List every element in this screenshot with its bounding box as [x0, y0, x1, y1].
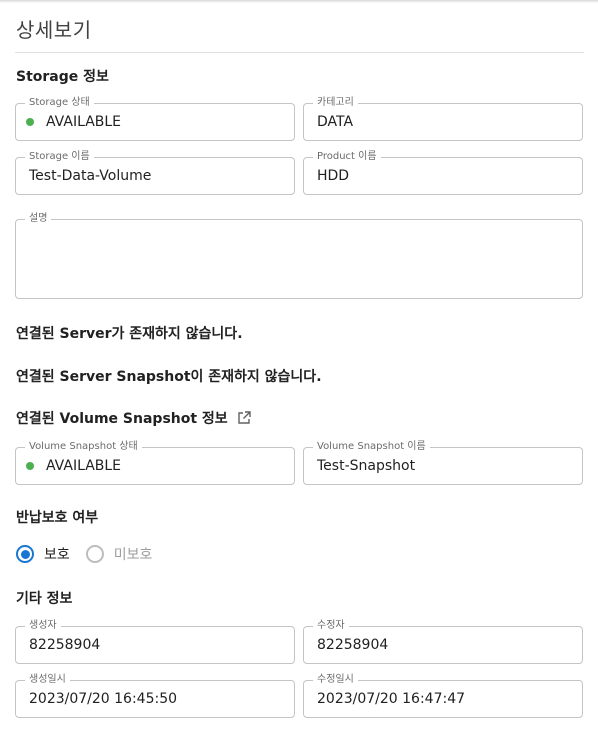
modifier-value: 82258904: [317, 637, 389, 653]
created-at-field[interactable]: 생성일시 2023/07/20 16:45:50: [15, 673, 295, 718]
storage-section-title: Storage 정보: [16, 66, 109, 86]
other-info-title-text: 기타 정보: [16, 591, 73, 607]
product-name-field[interactable]: Product 이름 HDD: [303, 150, 583, 195]
created-at-value: 2023/07/20 16:45:50: [29, 691, 178, 707]
return-protection-title-text: 반납보호 여부: [16, 510, 99, 526]
radio-unprotect[interactable]: 미보호: [85, 544, 153, 564]
storage-section-title-text: Storage 정보: [16, 69, 109, 85]
volume-snapshot-name-value: Test-Snapshot: [317, 458, 416, 474]
modifier-field[interactable]: 수정자 82258904: [303, 619, 583, 664]
server-snapshot-message: 연결된 Server Snapshot이 존재하지 않습니다.: [16, 366, 322, 386]
description-field[interactable]: 설명: [15, 212, 583, 299]
external-link-icon[interactable]: [236, 410, 252, 426]
title-divider: [15, 52, 584, 53]
radio-protect-label: 보호: [44, 547, 70, 563]
creator-field[interactable]: 생성자 82258904: [15, 619, 295, 664]
return-protection-radio-group: 보호 미보호: [16, 544, 168, 564]
radio-selected-icon[interactable]: [16, 545, 34, 563]
modified-at-value: 2023/07/20 16:47:47: [317, 691, 466, 707]
storage-status-value: AVAILABLE: [46, 114, 122, 130]
server-snapshot-message-text: 연결된 Server Snapshot이 존재하지 않습니다.: [16, 369, 322, 385]
storage-name-value: Test-Data-Volume: [29, 168, 152, 184]
status-available-dot: [26, 462, 34, 470]
server-message: 연결된 Server가 존재하지 않습니다.: [16, 323, 243, 343]
other-info-title: 기타 정보: [16, 588, 72, 608]
volume-snapshot-section-title: 연결된 Volume Snapshot 정보: [16, 408, 252, 428]
status-available-dot: [26, 118, 34, 126]
creator-value: 82258904: [29, 637, 101, 653]
volume-snapshot-name-field[interactable]: Volume Snapshot 이름 Test-Snapshot: [303, 440, 583, 485]
description-label: 설명: [25, 212, 52, 226]
category-field[interactable]: 카테고리 DATA: [303, 96, 583, 141]
page-title: 상세보기: [16, 18, 92, 42]
product-name-value: HDD: [317, 168, 350, 184]
radio-unselected-icon[interactable]: [85, 545, 104, 563]
storage-name-field[interactable]: Storage 이름 Test-Data-Volume: [15, 150, 295, 195]
radio-protect[interactable]: 보호: [16, 544, 70, 564]
category-value: DATA: [317, 114, 354, 130]
radio-unprotect-label: 미보호: [113, 547, 153, 563]
server-message-text: 연결된 Server가 존재하지 않습니다.: [16, 326, 243, 342]
volume-snapshot-section-title-text: 연결된 Volume Snapshot 정보: [16, 411, 228, 427]
top-shadow: [0, 0, 598, 3]
volume-snapshot-status-value: AVAILABLE: [46, 458, 122, 474]
return-protection-title: 반납보호 여부: [16, 507, 98, 527]
modified-at-field[interactable]: 수정일시 2023/07/20 16:47:47: [303, 673, 583, 718]
volume-snapshot-status-field[interactable]: Volume Snapshot 상태 AVAILABLE: [15, 440, 295, 485]
storage-status-field[interactable]: Storage 상태 AVAILABLE: [15, 96, 295, 141]
